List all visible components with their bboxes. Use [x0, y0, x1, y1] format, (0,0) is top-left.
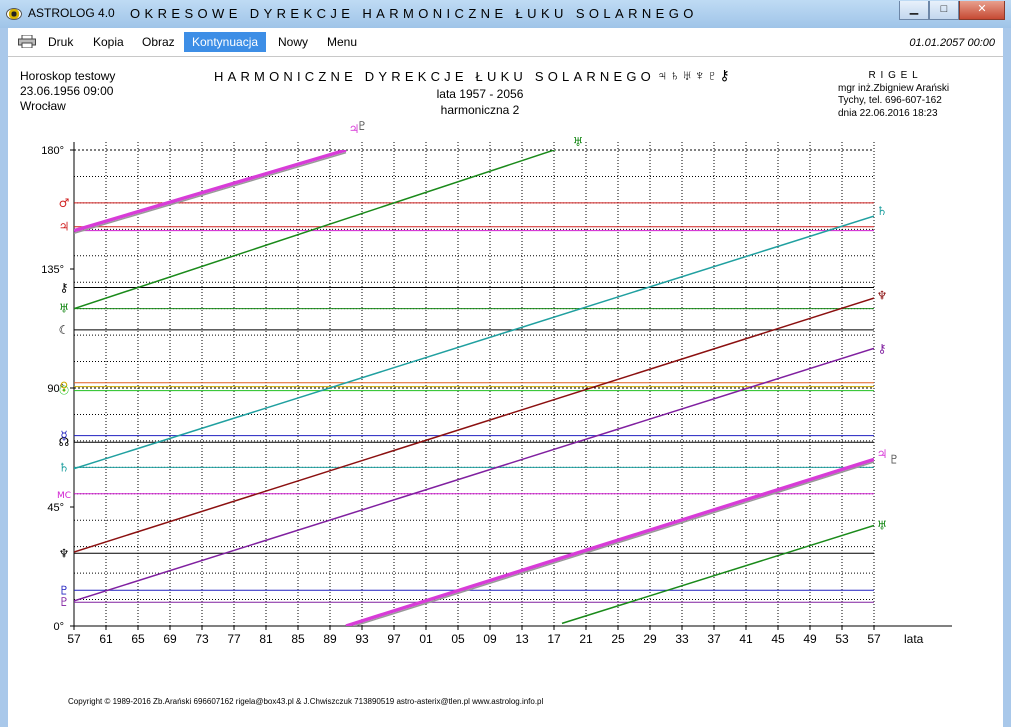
x-tick-label: 69	[163, 632, 177, 646]
series-end-glyph: ♇	[357, 119, 368, 133]
menu-nowy[interactable]: Nowy	[278, 35, 308, 49]
x-tick-label: 77	[227, 632, 241, 646]
natal-glyph: ⚷	[60, 281, 69, 295]
window-frame-left	[0, 28, 8, 727]
printer-icon[interactable]	[18, 35, 36, 48]
x-tick-label: 41	[739, 632, 753, 646]
natal-glyph: ☾	[59, 323, 70, 337]
menu-kontynuacja[interactable]: Kontynuacja	[184, 32, 267, 52]
x-tick-label: 49	[803, 632, 817, 646]
series-end-glyph: ♃	[877, 447, 888, 461]
x-tick-label: 01	[419, 632, 433, 646]
title-bar: ASTROLOG 4.0 OKRESOWE DYREKCJE HARMONICZ…	[0, 0, 1011, 29]
app-name: ASTROLOG 4.0	[28, 6, 115, 20]
series-end-glyph: ♇	[889, 452, 900, 466]
x-tick-label: 97	[387, 632, 401, 646]
y-tick-label: 180°	[41, 145, 64, 157]
astrolog-eye-icon	[6, 8, 22, 20]
series-end-glyph: ♄	[877, 204, 888, 218]
y-tick-label: 135°	[41, 264, 64, 276]
natal-glyph: ♇	[59, 595, 70, 609]
x-tick-label: 17	[547, 632, 561, 646]
x-tick-label: 61	[99, 632, 113, 646]
menu-bar: Druk Kopia Obraz Kontynuacja Nowy Menu 0…	[8, 28, 1003, 57]
menu-menu[interactable]: Menu	[327, 35, 357, 49]
y-tick-label: 45°	[47, 502, 64, 514]
x-tick-label: 57	[67, 632, 81, 646]
series-end-glyph: ⚷	[878, 341, 887, 355]
x-tick-label: 57	[867, 632, 881, 646]
series-end-glyph: ♅	[877, 519, 888, 533]
menu-druk[interactable]: Druk	[48, 35, 73, 49]
direction-series	[74, 215, 874, 470]
x-tick-label: 73	[195, 632, 209, 646]
series-end-glyph: ♆	[877, 288, 888, 302]
x-tick-label: 53	[835, 632, 849, 646]
natal-glyph: ♅	[59, 302, 70, 316]
x-tick-label: 09	[483, 632, 497, 646]
close-button[interactable]: ✕	[959, 1, 1005, 20]
x-tick-label: 37	[707, 632, 721, 646]
x-tick-label: 21	[579, 632, 593, 646]
x-tick-label: 13	[515, 632, 529, 646]
direction-series	[74, 150, 874, 625]
natal-glyph: ♃	[59, 220, 70, 234]
x-tick-label: 29	[643, 632, 657, 646]
y-tick-label: 0°	[53, 621, 64, 633]
x-tick-label: 85	[291, 632, 305, 646]
x-tick-label: 81	[259, 632, 273, 646]
menu-obraz[interactable]: Obraz	[142, 35, 175, 49]
x-tick-label: 25	[611, 632, 625, 646]
x-tick-label: 93	[355, 632, 369, 646]
window-controls: ▁ □ ✕	[899, 1, 1005, 20]
direction-series	[74, 297, 874, 553]
x-tick-label: 45	[771, 632, 785, 646]
window-title: OKRESOWE DYREKCJE HARMONICZNE ŁUKU SOLAR…	[130, 6, 698, 21]
x-tick-label: 33	[675, 632, 689, 646]
x-tick-label: 89	[323, 632, 337, 646]
x-tick-label: 05	[451, 632, 465, 646]
copyright: Copyright © 1989-2016 Zb.Arański 6966071…	[68, 697, 544, 706]
natal-glyph: ♂	[59, 196, 70, 210]
minimize-button[interactable]: ▁	[899, 1, 929, 20]
menu-kopia[interactable]: Kopia	[93, 35, 124, 49]
x-tick-label: 65	[131, 632, 145, 646]
natal-glyph: ☿	[60, 429, 67, 443]
window-frame-right	[1003, 28, 1011, 727]
directions-chart: 0°45°90°135°180°57 61 65 69 73 77 81 85 89 93 97 01…	[41, 119, 952, 646]
natal-glyph: ♄	[59, 460, 70, 474]
natal-glyph: MC	[57, 491, 71, 501]
natal-glyph: ☉	[59, 384, 70, 398]
maximize-button[interactable]: □	[929, 1, 959, 20]
current-datetime: 01.01.2057 00:00	[909, 37, 995, 49]
series-end-glyph: ♅	[573, 135, 584, 149]
natal-glyph: ♆	[59, 546, 70, 560]
x-axis-label: lata	[904, 632, 924, 646]
